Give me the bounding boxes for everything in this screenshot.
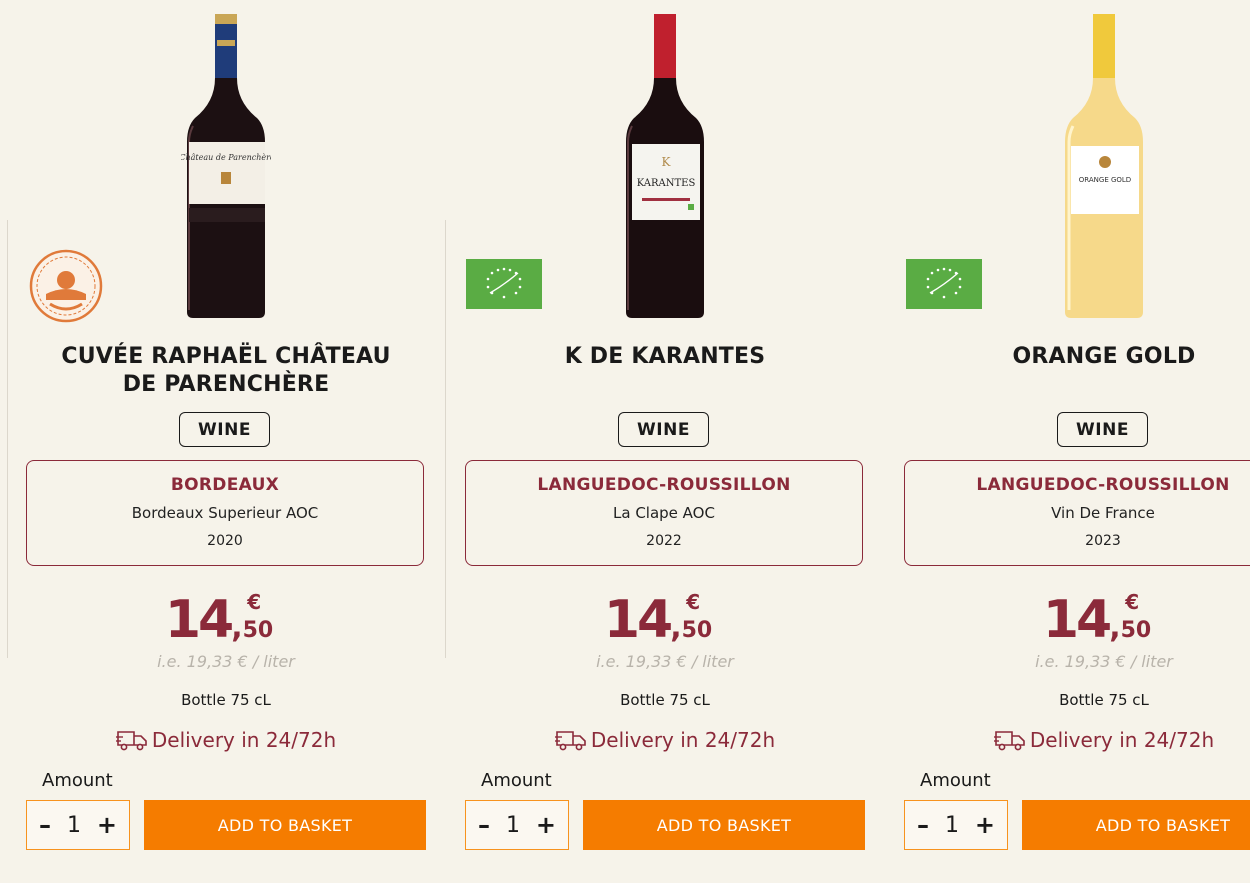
price: 14,50€ xyxy=(164,590,274,650)
plus-button[interactable]: + xyxy=(97,811,117,839)
unit-price: i.e. 19,33 € / liter xyxy=(596,652,734,671)
region-box: LANGUEDOC-ROUSSILLON Vin De France 2023 xyxy=(904,460,1250,566)
eu-organic-leaf-icon xyxy=(466,259,542,313)
quantity-value[interactable]: 1 xyxy=(67,813,81,838)
price-currency: € xyxy=(1125,590,1140,614)
red-wine-bottle-icon: K KARANTES xyxy=(626,14,704,318)
plus-button[interactable]: + xyxy=(975,811,995,839)
amount-label: Amount xyxy=(920,770,991,791)
minus-button[interactable]: – xyxy=(478,811,490,839)
delivery-info: Delivery in 24/72h xyxy=(904,728,1250,752)
price-decimal: 50 xyxy=(242,618,274,643)
quantity-value[interactable]: 1 xyxy=(945,813,959,838)
appellation: La Clape AOC xyxy=(613,504,715,522)
wine-type-tag: WINE xyxy=(1057,412,1148,447)
region-box: LANGUEDOC-ROUSSILLON La Clape AOC 2022 xyxy=(465,460,863,566)
svg-text:ORANGE GOLD: ORANGE GOLD xyxy=(1079,176,1131,184)
delivery-truck-icon xyxy=(554,731,586,751)
product-title[interactable]: ORANGE GOLD xyxy=(904,343,1250,371)
quantity-stepper: – 1 + xyxy=(465,800,569,850)
delivery-text: Delivery in 24/72h xyxy=(1029,728,1215,752)
vintage: 2022 xyxy=(646,533,682,549)
product-card: ORANGE GOLD ORANGE GOLD WINE LANGUEDOC-R… xyxy=(904,0,1250,883)
appellation: Vin De France xyxy=(1051,504,1155,522)
wine-type-tag: WINE xyxy=(179,412,270,447)
svg-text:K: K xyxy=(662,155,672,169)
wine-type-tag: WINE xyxy=(618,412,709,447)
eu-organic-leaf-icon xyxy=(906,259,982,313)
vintage: 2020 xyxy=(207,533,243,549)
delivery-truck-icon xyxy=(115,731,147,751)
region-name: BORDEAUX xyxy=(170,475,280,495)
orange-wine-bottle-icon: ORANGE GOLD xyxy=(1065,14,1143,318)
add-to-basket-button[interactable]: ADD TO BASKET xyxy=(144,800,426,850)
price-currency: € xyxy=(247,590,262,614)
product-card: Château de Parenchère CUVÉE RAPHAËL CHÂT… xyxy=(26,0,426,883)
region-box: BORDEAUX Bordeaux Superieur AOC 2020 xyxy=(26,460,424,566)
delivery-text: Delivery in 24/72h xyxy=(151,728,337,752)
price-integer: 14 xyxy=(1042,590,1112,650)
bottle-size: Bottle 75 cL xyxy=(181,691,271,709)
quantity-stepper: – 1 + xyxy=(904,800,1008,850)
red-wine-bottle-icon: Château de Parenchère xyxy=(181,14,271,318)
price: 14,50€ xyxy=(603,590,713,650)
product-title[interactable]: K DE KARANTES xyxy=(465,343,865,371)
delivery-info: Delivery in 24/72h xyxy=(465,728,865,752)
price-integer: 14 xyxy=(603,590,673,650)
region-name: LANGUEDOC-ROUSSILLON xyxy=(976,475,1230,495)
amount-label: Amount xyxy=(481,770,552,791)
quantity-value[interactable]: 1 xyxy=(506,813,520,838)
appellation: Bordeaux Superieur AOC xyxy=(131,504,319,522)
minus-button[interactable]: – xyxy=(917,811,929,839)
add-to-basket-button[interactable]: ADD TO BASKET xyxy=(583,800,865,850)
price-currency: € xyxy=(686,590,701,614)
price: 14,50€ xyxy=(1042,590,1152,650)
minus-button[interactable]: – xyxy=(39,811,51,839)
column-divider xyxy=(445,220,446,658)
price-decimal: 50 xyxy=(681,618,713,643)
column-divider xyxy=(7,220,8,658)
amount-label: Amount xyxy=(42,770,113,791)
bottle-size: Bottle 75 cL xyxy=(1059,691,1149,709)
price-decimal: 50 xyxy=(1120,618,1152,643)
product-card: K KARANTES K DE KARANTES WINE LANGUEDOC-… xyxy=(465,0,865,883)
bottle-size: Bottle 75 cL xyxy=(620,691,710,709)
add-to-basket-button[interactable]: ADD TO BASKET xyxy=(1022,800,1250,850)
plus-button[interactable]: + xyxy=(536,811,556,839)
unit-price: i.e. 19,33 € / liter xyxy=(1035,652,1173,671)
unit-price: i.e. 19,33 € / liter xyxy=(157,652,295,671)
delivery-info: Delivery in 24/72h xyxy=(26,728,426,752)
quantity-stepper: – 1 + xyxy=(26,800,130,850)
svg-text:Château de Parenchère: Château de Parenchère xyxy=(181,153,271,162)
delivery-text: Delivery in 24/72h xyxy=(590,728,776,752)
svg-text:KARANTES: KARANTES xyxy=(637,178,696,189)
hve-certification-icon xyxy=(28,248,104,328)
delivery-truck-icon xyxy=(993,731,1025,751)
vintage: 2023 xyxy=(1085,533,1121,549)
region-name: LANGUEDOC-ROUSSILLON xyxy=(537,475,791,495)
price-integer: 14 xyxy=(164,590,234,650)
product-title[interactable]: CUVÉE RAPHAËL CHÂTEAU DE PARENCHÈRE xyxy=(26,343,426,399)
